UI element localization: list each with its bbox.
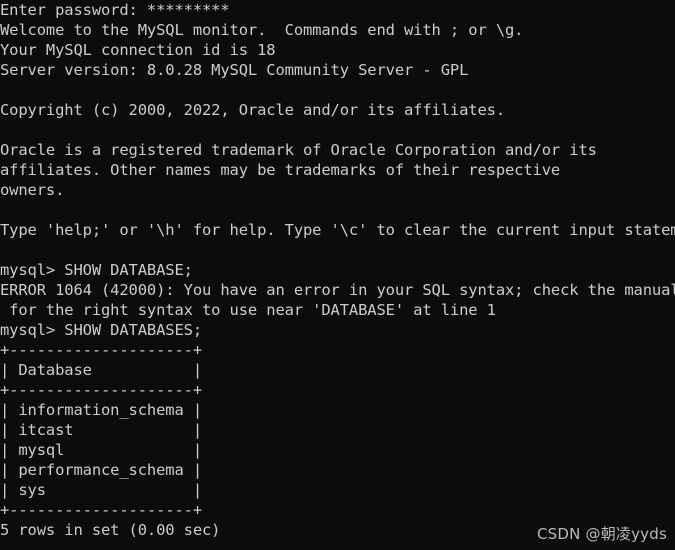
terminal-line: Server version: 8.0.28 MySQL Community S… [0,61,469,79]
result-summary: 5 rows in set (0.00 sec) [0,521,221,539]
terminal-command-line: mysql> SHOW DATABASE; [0,261,193,279]
terminal-line: Copyright (c) 2000, 2022, Oracle and/or … [0,101,505,119]
terminal-command-line: mysql> SHOW DATABASES; [0,321,202,339]
terminal-line: Welcome to the MySQL monitor. Commands e… [0,21,524,39]
table-border-mid: +--------------------+ [0,381,202,399]
table-row: | information_schema | [0,401,202,419]
terminal-line: Oracle is a registered trademark of Orac… [0,141,597,159]
table-row: | mysql | [0,441,202,459]
table-row: | itcast | [0,421,202,439]
terminal-output[interactable]: Enter password: ********* Welcome to the… [0,0,675,550]
table-border-bottom: +--------------------+ [0,501,202,519]
terminal-error-line: ERROR 1064 (42000): You have an error in… [0,281,675,299]
terminal-line: Type 'help;' or '\h' for help. Type '\c'… [0,221,675,239]
table-row: | performance_schema | [0,461,202,479]
table-header-row: | Database | [0,361,202,379]
table-row: | sys | [0,481,202,499]
terminal-window[interactable]: Enter password: ********* Welcome to the… [0,0,675,550]
terminal-line: owners. [0,181,65,199]
terminal-line: Enter password: ********* [0,1,230,19]
terminal-line: Your MySQL connection id is 18 [0,41,276,59]
table-border-top: +--------------------+ [0,341,202,359]
terminal-error-line: for the right syntax to use near 'DATABA… [0,301,496,319]
terminal-line: affiliates. Other names may be trademark… [0,161,561,179]
